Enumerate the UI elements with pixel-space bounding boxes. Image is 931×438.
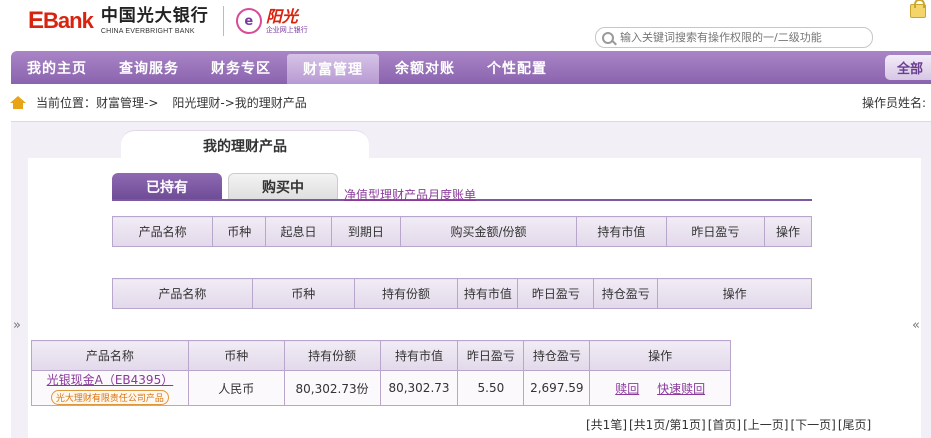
currency-cell: 人民币 [187,370,285,406]
column-header: 操作 [589,340,731,371]
column-header: 操作 [763,216,813,247]
column-header: 产品名称 [112,278,253,309]
column-header: 持有市值 [575,216,667,247]
column-header: 持仓盈亏 [523,340,591,371]
logo-divider [222,6,224,36]
column-header: 产品名称 [111,216,214,247]
operator-name-label: 操作员姓名: [862,96,927,110]
net-value-products-table: 产品名称 币种 持有份额 持有市值 昨日盈亏 持仓盈亏 操作 [112,278,812,309]
table-header-row: 产品名称 币种 持有份额 持有市值 昨日盈亏 持仓盈亏 操作 [112,278,812,309]
column-header: 购买金额/份额 [400,216,577,247]
header: EBank 中国光大银行 CHINA EVERBRIGHT BANK e 阳光 … [0,0,931,48]
search-input[interactable] [620,31,860,44]
sunshine-title: 阳光 [265,6,298,26]
column-header: 持有市值 [457,278,519,309]
pager-prev-button[interactable]: [上一页] [743,416,788,433]
position-pl-cell: 2,697.59 [523,370,591,406]
breadcrumb: 当前位置：财富管理-> 阳光理财->我的理财产品 [10,94,307,111]
expand-right-icon[interactable]: « [912,318,920,333]
page-title: 我的理财产品 [121,130,369,162]
sunshine-subtitle: 企业网上银行 [265,25,308,34]
pagination: [共1笔] [共1页/第1页] [首页] [上一页] [下一页] [尾页] [586,416,871,433]
search-icon[interactable] [602,31,614,44]
redeem-link[interactable]: 赎回 [615,382,639,396]
fixed-term-products-table: 产品名称 币种 起息日 到期日 购买金额/份额 持有市值 昨日盈亏 操作 [111,216,813,247]
column-header: 持有份额 [283,340,381,371]
pager-total: [共1笔] [586,418,627,432]
column-header: 持有市值 [379,340,459,371]
home-icon[interactable] [10,95,26,110]
lock-icon[interactable] [910,0,926,18]
column-header: 昨日盈亏 [517,278,595,309]
nav-item-personal[interactable]: 个性配置 [471,51,563,84]
shares-cell: 80,302.73份 [283,370,381,406]
bank-name: 中国光大银行 CHINA EVERBRIGHT BANK [100,5,209,35]
function-search[interactable] [595,27,873,48]
yesterday-pl-cell: 5.50 [457,370,525,406]
column-header: 持仓盈亏 [593,278,659,309]
nav-item-reconcile[interactable]: 余额对账 [379,51,471,84]
bank-name-cn: 中国光大银行 [100,5,209,26]
bank-logo[interactable]: EBank 中国光大银行 CHINA EVERBRIGHT BANK e 阳光 … [28,6,308,36]
ebank-wordmark: EBank [28,7,94,34]
column-header: 币种 [212,216,267,247]
pager-next-button[interactable]: [下一页] [790,416,835,433]
sunshine-logo: e 阳光 企业网上银行 [235,6,308,34]
column-header: 操作 [657,278,812,309]
sunshine-badge-icon: e [235,8,262,34]
nav-item-home[interactable]: 我的主页 [11,51,103,84]
table-row: 光银现金A（EB4395） 光大理财有限责任公司产品 人民币 80,302.73… [31,370,731,406]
product-name-cell: 光银现金A（EB4395） 光大理财有限责任公司产品 [31,370,189,406]
pager-pages: [共1页/第1页] [629,418,706,432]
issuer-badge: 光大理财有限责任公司产品 [50,390,169,405]
breadcrumb-path: 阳光理财->我的理财产品 [172,96,307,110]
holding-tabs: 已持有 购买中 [112,173,344,200]
bank-name-en: CHINA EVERBRIGHT BANK [100,27,195,35]
pager-first-button[interactable]: [首页] [708,416,741,433]
all-functions-button[interactable]: 全部 [885,55,931,80]
expand-left-icon[interactable]: » [13,318,21,333]
market-value-cell: 80,302.73 [379,370,459,406]
fast-redeem-link[interactable]: 快速赎回 [657,382,705,396]
column-header: 币种 [187,340,285,371]
nav-item-wealth[interactable]: 财富管理 [287,54,379,84]
tab-purchasing[interactable]: 购买中 [228,173,338,200]
tab-holding[interactable]: 已持有 [112,173,222,200]
nav-item-query[interactable]: 查询服务 [103,51,195,84]
column-header: 昨日盈亏 [665,216,765,247]
table-header-row: 产品名称 币种 持有份额 持有市值 昨日盈亏 持仓盈亏 操作 [31,340,731,371]
column-header: 持有份额 [353,278,459,309]
column-header: 起息日 [265,216,332,247]
operations-cell: 赎回 快速赎回 [589,370,731,406]
monthly-statement-link[interactable]: 净值型理财产品月度账单 [344,186,476,203]
breadcrumb-prefix: 当前位置：财富管理-> [36,96,159,110]
main-nav: 我的主页 查询服务 财务专区 财富管理 余额对账 个性配置 全部 [11,51,931,84]
column-header: 币种 [251,278,355,309]
nav-item-finance[interactable]: 财务专区 [195,51,287,84]
table-header-row: 产品名称 币种 起息日 到期日 购买金额/份额 持有市值 昨日盈亏 操作 [111,216,813,247]
column-header: 产品名称 [31,340,189,371]
product-name-link[interactable]: 光银现金A（EB4395） [47,371,174,388]
pager-last-button[interactable]: [尾页] [838,416,871,433]
column-header: 昨日盈亏 [457,340,525,371]
cash-products-table: 产品名称 币种 持有份额 持有市值 昨日盈亏 持仓盈亏 操作 光银现金A（EB4… [31,340,731,406]
column-header: 到期日 [330,216,402,247]
